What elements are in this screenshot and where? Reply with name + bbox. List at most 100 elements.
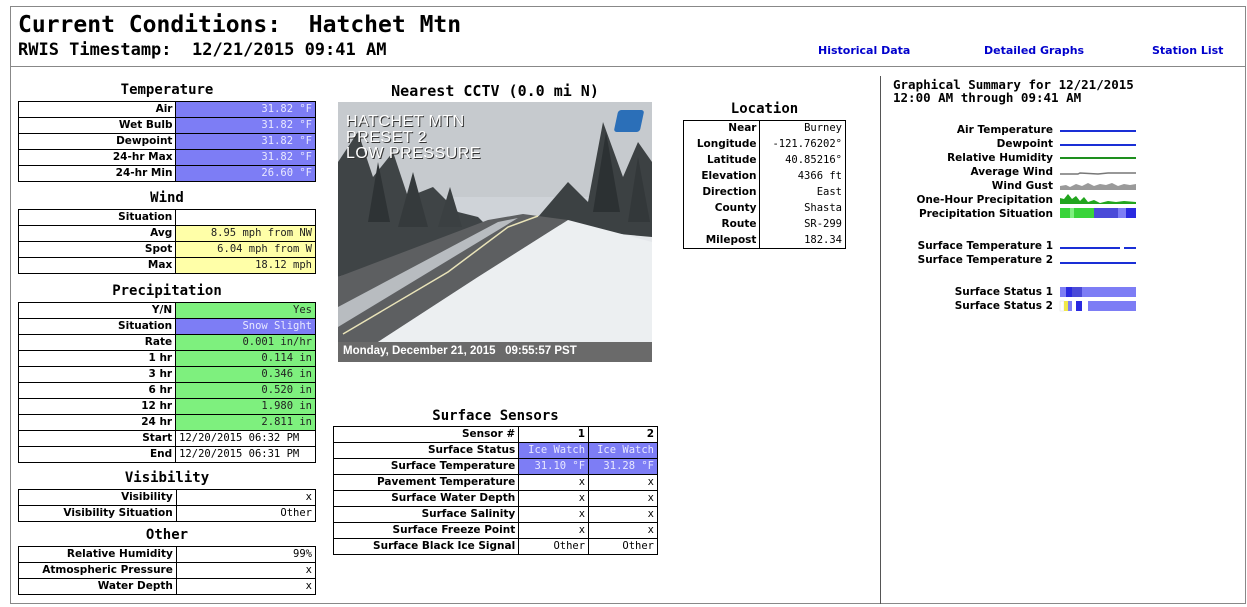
other-table: Relative Humidity 99% Atmospheric Pressur… [18,546,317,595]
location-row-route: Route SR-299 [682,216,846,233]
surface-status-1-segment [1060,287,1066,297]
precip-row-yn: Y/N Yes [17,302,316,319]
location-row-milepost: Milepost 182.34 [682,232,846,249]
temp-row-24hr-min: 24-hr Min 26.60 °F [17,165,316,182]
cctv-title: Nearest CCTV (0.0 mi N) [391,82,599,100]
rwis-timestamp: RWIS Timestamp: 12/21/2015 09:41 AM [18,40,387,60]
other-row-water-depth: Water Depth x [18,578,317,595]
surface-status-1-segment [1072,287,1082,297]
location-table: Near Burney Longitude -121.76202° Latitude… [682,120,846,249]
precipitation-title: Precipitation [112,283,222,299]
precip-row-rate: Rate 0.001 in/hr [17,334,316,351]
location-row-longitude: Longitude -121.76202° [682,136,846,153]
precip-situation-segment [1074,208,1094,218]
cctv-caption: Monday, December 21, 2015 09:55:57 PST [338,342,652,362]
summary-label-surface-temp-1: Surface Temperature 1 [917,240,1053,252]
temp-row-24hr-max: 24-hr Max 31.82 °F [17,149,316,166]
location-row-near: Near Burney [682,120,846,137]
other-title: Other [145,527,189,543]
wind-row-situation: Situation [17,209,316,226]
surface-row-status: Surface Status Ice Watch Ice Watch [332,442,658,459]
surface-status-1-segment [1082,287,1136,297]
sparkline-wind-gust [1060,183,1136,190]
surface-row-water-depth: Surface Water Depth x x [332,490,658,507]
station-list-link[interactable]: Station List [1152,44,1223,57]
graphical-summary-title: Graphical Summary for 12/21/2015 12:00 A… [893,77,1134,105]
summary-label-1hr-precip: One-Hour Precipitation [916,194,1053,206]
wind-table: Situation Avg 8.95 mph from NW Spot 6.04 m… [17,209,316,274]
sparkline-precip [1060,194,1136,204]
location-row-county: County Shasta [682,200,846,217]
detailed-graphs-link[interactable]: Detailed Graphs [984,44,1084,57]
location-title: Location [730,101,799,117]
precip-row-situation: Situation Snow Slight [17,318,316,335]
precip-row-3hr: 3 hr 0.346 in [17,366,316,383]
location-row-elevation: Elevation 4366 ft [682,168,846,185]
surface-status-2-segment [1082,301,1088,311]
surface-row-freeze-point: Surface Freeze Point x x [332,522,658,539]
location-row-direction: Direction East [682,184,846,201]
precip-situation-segment [1060,208,1070,218]
precip-situation-segment [1094,208,1118,218]
surface-status-2-segment [1072,301,1076,311]
summary-label-surface-status-2: Surface Status 2 [954,300,1053,312]
surface-status-1-segment [1066,287,1072,297]
cctv-image[interactable]: HATCHET MTN PRESET 2 LOW PRESSURE Monday… [338,102,652,362]
surface-sensors-title: Surface Sensors [432,408,559,424]
precip-situation-segment [1126,208,1136,218]
wind-title: Wind [150,190,184,206]
summary-label-surface-temp-2: Surface Temperature 2 [917,254,1053,266]
historical-data-link[interactable]: Historical Data [818,44,910,57]
surface-status-2-segment [1088,301,1136,311]
wind-row-avg: Avg 8.95 mph from NW [17,225,316,242]
summary-divider [880,76,881,604]
surface-header-row: Sensor # 1 2 [332,426,658,443]
surface-status-2-segment [1076,301,1082,311]
summary-label-air-temp: Air Temperature [956,124,1053,136]
temp-row-wetbulb: Wet Bulb 31.82 °F [17,117,316,134]
page-title: Current Conditions: Hatchet Mtn [18,12,462,38]
summary-label-humidity: Relative Humidity [947,152,1053,164]
summary-label-dewpoint: Dewpoint [996,138,1053,150]
cctv-overlay-line-2: PRESET 2 [346,129,428,146]
other-row-pressure: Atmospheric Pressure x [18,562,317,579]
precip-row-1hr: 1 hr 0.114 in [17,350,316,367]
surface-status-2-segment [1064,301,1068,311]
precip-situation-segment [1070,208,1074,218]
other-row-humidity: Relative Humidity 99% [18,546,317,563]
visibility-situation-row: Visibility Situation Other [18,505,317,522]
wind-row-spot: Spot 6.04 mph from W [17,241,316,258]
precip-row-end: End 12/20/2015 06:31 PM [17,446,316,463]
cctv-overlay-line-1: HATCHET MTN [346,113,465,130]
precip-row-12hr: 12 hr 1.980 in [17,398,316,415]
temp-row-air: Air 31.82 °F [17,101,316,118]
location-row-latitude: Latitude 40.85216° [682,152,846,169]
sparkline-avg-wind [1060,172,1136,175]
surface-row-temperature: Surface Temperature 31.10 °F 31.28 °F [332,458,658,475]
temperature-table: Air 31.82 °F Wet Bulb 31.82 °F Dewpoint 31.… [17,101,316,182]
surface-status-2-segment [1068,301,1072,311]
surface-sensors-table: Sensor # 1 2 Surface Status Ice Watch Ice … [332,426,658,555]
precip-row-start: Start 12/20/2015 06:32 PM [17,430,316,447]
surface-row-pavement-temp: Pavement Temperature x x [332,474,658,491]
surface-row-salinity: Surface Salinity x x [332,506,658,523]
precip-situation-segment [1118,208,1126,218]
caltrans-logo-icon [613,110,645,132]
cctv-overlay-line-3: LOW PRESSURE [346,145,481,162]
summary-label-precip-situation: Precipitation Situation [918,208,1053,220]
precip-row-6hr: 6 hr 0.520 in [17,382,316,399]
visibility-table: Visibility x Visibility Situation Other [18,489,317,522]
summary-label-surface-status-1: Surface Status 1 [954,286,1053,298]
surface-status-2-segment [1059,300,1065,312]
temp-row-dewpoint: Dewpoint 31.82 °F [17,133,316,150]
visibility-row: Visibility x [18,489,317,506]
visibility-title: Visibility [124,470,210,486]
precipitation-table: Y/N Yes Situation Snow Slight Rate 0.001 in… [17,302,316,463]
summary-sparklines [1059,130,1136,312]
header-divider [10,66,1246,67]
summary-label-wind-gust: Wind Gust [991,180,1053,192]
temperature-title: Temperature [120,82,214,98]
precip-row-24hr: 24 hr 2.811 in [17,414,316,431]
surface-row-black-ice: Surface Black Ice Signal Other Other [332,538,658,555]
wind-row-max: Max 18.12 mph [17,257,316,274]
